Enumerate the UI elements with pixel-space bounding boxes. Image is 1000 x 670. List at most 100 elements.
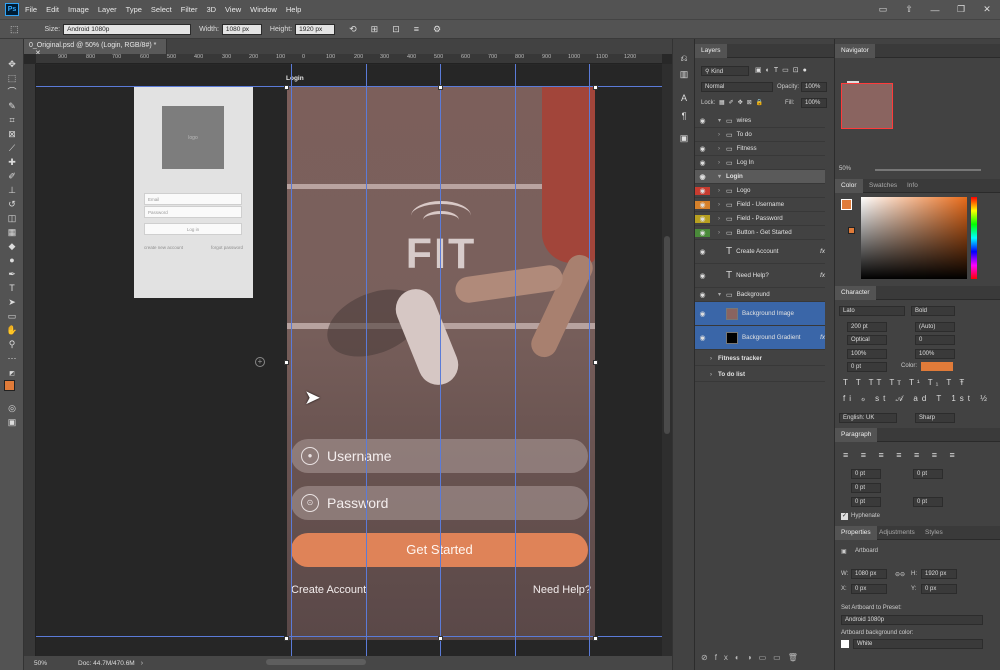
artboard-icon[interactable]: ⊡ xyxy=(392,24,400,35)
document-tab[interactable]: 0_Original.psd @ 50% (Login, RGB/8#) * ✕ xyxy=(24,39,167,57)
space-after-field[interactable]: 0 pt xyxy=(913,497,943,507)
indent-right-field[interactable]: 0 pt xyxy=(913,469,943,479)
menu-edit[interactable]: Edit xyxy=(46,5,59,14)
background-color-swatch[interactable] xyxy=(848,227,855,234)
lock-icons[interactable]: ▦✐✥⊠🔒 xyxy=(719,99,767,106)
transform-handle[interactable] xyxy=(284,636,289,641)
tab-swatches[interactable]: Swatches xyxy=(863,179,903,193)
opentype-buttons[interactable]: fi ℴ st 𝒜 ad T 1st ½ xyxy=(843,394,991,404)
tab-character[interactable]: Character xyxy=(835,286,876,300)
width-field[interactable]: 1080 px xyxy=(221,23,262,35)
vertical-scroll-thumb[interactable] xyxy=(664,236,670,434)
transform-handle[interactable] xyxy=(284,360,289,365)
hue-slider[interactable] xyxy=(971,197,977,279)
layer-row[interactable]: ◉ ▾ ▭ wires xyxy=(695,114,825,128)
quick-select-tool-icon[interactable]: ✎ xyxy=(4,99,20,113)
layer-row[interactable]: ◉ › ▭ Button - Get Started xyxy=(695,226,825,240)
login-artboard-label[interactable]: Login xyxy=(286,75,304,82)
fx-icon[interactable]: fx xyxy=(820,272,825,279)
navigator-zoom[interactable]: 50% xyxy=(839,166,851,172)
link-icon[interactable]: ⊖⊖ xyxy=(895,571,905,578)
kerning-field[interactable]: Optical xyxy=(847,335,887,345)
layer-row[interactable]: ◉ › ▭ Fitness xyxy=(695,142,825,156)
frame-tool-icon[interactable]: ⊠ xyxy=(4,127,20,141)
fx-icon[interactable]: fx xyxy=(820,248,825,255)
artboard-tool-icon[interactable]: ⬚ xyxy=(10,24,19,35)
visibility-eye-icon[interactable]: ◉ xyxy=(695,272,710,280)
language-select[interactable]: English: UK xyxy=(839,413,897,423)
foreground-color-swatch[interactable] xyxy=(4,380,15,391)
visibility-eye-icon[interactable]: ◉ xyxy=(695,291,710,299)
layer-row[interactable]: ◉ T Need Help? fx xyxy=(695,264,825,288)
layer-row[interactable]: ◉ T Create Account fx xyxy=(695,240,825,264)
layer-row[interactable]: ◉ ▾ ▭ Background xyxy=(695,288,825,302)
history-icon[interactable]: ⎌ xyxy=(677,53,691,65)
default-colors-icon[interactable]: ◩ xyxy=(4,367,20,381)
transform-handle[interactable] xyxy=(438,85,443,90)
layer-row[interactable]: › ▭ To do xyxy=(695,128,825,142)
leading-field[interactable]: (Auto) xyxy=(915,322,955,332)
layer-row-selected[interactable]: ◉ ▾ Login xyxy=(695,170,825,184)
visibility-eye-icon[interactable]: ◉ xyxy=(695,186,710,195)
crop-tool-icon[interactable]: ⌗ xyxy=(4,113,20,127)
tab-layers[interactable]: Layers xyxy=(695,44,727,58)
tab-info[interactable]: Info xyxy=(901,179,924,193)
horizontal-scroll-thumb[interactable] xyxy=(266,659,366,665)
lasso-tool-icon[interactable]: ⌒ xyxy=(4,85,20,99)
layer-row[interactable]: ◉ Background Image xyxy=(695,302,825,326)
anti-alias-select[interactable]: Sharp xyxy=(915,413,955,423)
text-color-swatch[interactable] xyxy=(921,362,953,371)
font-family-select[interactable]: Lato xyxy=(839,306,905,316)
artboard-bg-swatch[interactable] xyxy=(841,640,849,648)
eyedropper-tool-icon[interactable]: ⟋ xyxy=(4,141,20,155)
marquee-tool-icon[interactable]: ⬚ xyxy=(4,71,20,85)
eraser-tool-icon[interactable]: ◫ xyxy=(4,211,20,225)
size-select[interactable]: Android 1080p xyxy=(63,23,192,35)
transform-handle[interactable] xyxy=(284,85,289,90)
hyphenate-checkbox[interactable]: ✓ xyxy=(841,513,848,520)
menu-type[interactable]: Type xyxy=(126,5,142,14)
visibility-eye-icon[interactable]: ◉ xyxy=(695,117,710,125)
character-icon[interactable]: A xyxy=(677,93,691,105)
artboard-height-field[interactable]: 1920 px xyxy=(921,569,957,579)
text-style-buttons[interactable]: T T TT Tт T¹ T₁ T Ŧ xyxy=(843,378,967,387)
tracking-field[interactable]: 0 xyxy=(915,335,955,345)
layer-row[interactable]: ◉ › ▭ Field - Username xyxy=(695,198,825,212)
workspace-icon[interactable]: ▭ xyxy=(870,4,896,15)
layer-row[interactable]: › Fitness tracker xyxy=(695,352,825,366)
visibility-eye-icon[interactable]: ◉ xyxy=(695,173,710,181)
add-artboard-icon[interactable]: + xyxy=(255,357,265,367)
zoom-level[interactable]: 50% xyxy=(34,660,78,667)
artboard-bg-select[interactable]: White xyxy=(853,639,983,649)
artboard-y-field[interactable]: 0 px xyxy=(921,584,957,594)
zoom-tool-icon[interactable]: ⚲ xyxy=(4,337,20,351)
artboard-x-field[interactable]: 0 px xyxy=(851,584,887,594)
brush-tool-icon[interactable]: ✐ xyxy=(4,169,20,183)
healing-tool-icon[interactable]: ✚ xyxy=(4,155,20,169)
login-artboard[interactable]: FIT ● Username ⊙ Password Get Started Cr… xyxy=(287,87,595,640)
visibility-eye-icon[interactable]: ◉ xyxy=(695,310,710,318)
gradient-tool-icon[interactable]: ▦ xyxy=(4,225,20,239)
need-help-link[interactable]: Need Help? xyxy=(533,584,591,596)
visibility-eye-icon[interactable]: ◉ xyxy=(695,159,710,167)
pen-tool-icon[interactable]: ✒ xyxy=(4,267,20,281)
tab-properties[interactable]: Properties xyxy=(835,526,877,540)
menu-image[interactable]: Image xyxy=(68,5,89,14)
path-select-icon[interactable]: ➤ xyxy=(4,295,20,309)
wires-artboard[interactable]: logo Email Password Log in create new ac… xyxy=(134,87,253,298)
layer-row[interactable]: ◉ › ▭ Logo xyxy=(695,184,825,198)
layer-actions-icons[interactable]: ⊘fx◐◑▭▭🗑 xyxy=(701,653,805,662)
blur-tool-icon[interactable]: ◆ xyxy=(4,239,20,253)
dodge-tool-icon[interactable]: ● xyxy=(4,253,20,267)
minimize-button[interactable]: — xyxy=(922,5,948,15)
visibility-eye-icon[interactable]: ◉ xyxy=(695,214,710,223)
visibility-eye-icon[interactable]: ◉ xyxy=(695,200,710,209)
foreground-color-swatch[interactable] xyxy=(841,199,852,210)
create-account-link[interactable]: Create Account xyxy=(291,584,366,596)
tab-styles[interactable]: Styles xyxy=(919,526,949,540)
layer-filter-icons[interactable]: ▣◐T▭⊡● xyxy=(755,66,811,74)
menu-3d[interactable]: 3D xyxy=(206,5,216,14)
menu-help[interactable]: Help xyxy=(286,5,301,14)
menu-layer[interactable]: Layer xyxy=(98,5,117,14)
menu-file[interactable]: File xyxy=(25,5,37,14)
